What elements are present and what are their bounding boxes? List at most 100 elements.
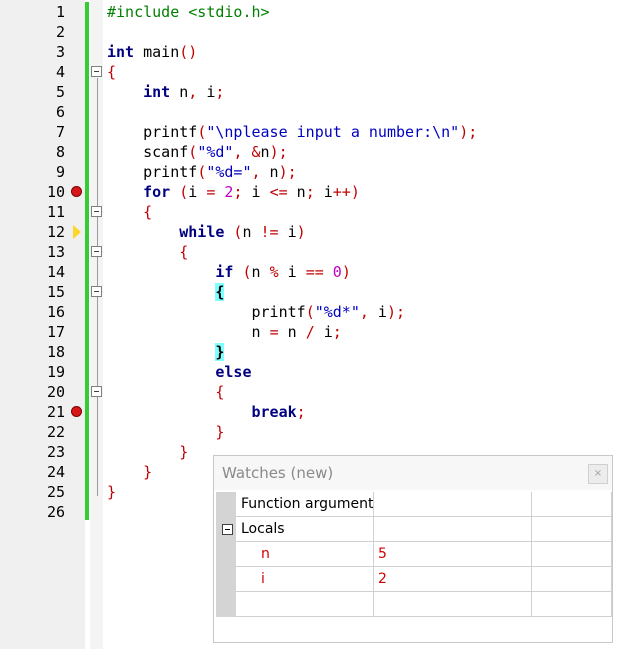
watch-value-cell[interactable] xyxy=(374,492,532,517)
line-number[interactable]: 2 xyxy=(0,22,65,42)
collapse-toggle-icon[interactable] xyxy=(222,524,233,535)
watch-type-cell[interactable] xyxy=(532,542,612,567)
code-text[interactable]: { xyxy=(107,242,188,262)
watch-value-cell[interactable]: 2 xyxy=(374,567,532,592)
code-line[interactable]: 3 int main() xyxy=(0,42,618,62)
code-line[interactable]: 6 xyxy=(0,102,618,122)
line-number[interactable]: 15 xyxy=(0,282,65,302)
watch-variable-row[interactable]: i2 xyxy=(214,567,612,592)
line-number[interactable]: 19 xyxy=(0,362,65,382)
watch-group-row[interactable]: Function arguments xyxy=(214,492,612,517)
watch-name-cell[interactable]: i xyxy=(236,567,374,592)
code-line[interactable]: 11 { xyxy=(0,202,618,222)
code-text[interactable]: { xyxy=(107,202,152,222)
code-line[interactable]: 10 for (i = 2; i <= n; i++) xyxy=(0,182,618,202)
code-line[interactable]: 2 xyxy=(0,22,618,42)
fold-collapse-icon[interactable] xyxy=(91,206,102,217)
line-number[interactable]: 12 xyxy=(0,222,65,242)
code-line[interactable]: 13 { xyxy=(0,242,618,262)
code-line[interactable]: 15 { xyxy=(0,282,618,302)
line-number[interactable]: 1 xyxy=(0,2,65,22)
code-line[interactable]: 17 n = n / i; xyxy=(0,322,618,342)
code-text[interactable]: int main() xyxy=(107,42,197,62)
close-icon[interactable]: × xyxy=(588,464,608,484)
fold-collapse-icon[interactable] xyxy=(91,286,102,297)
watches-titlebar[interactable]: Watches (new) × xyxy=(214,456,612,490)
code-text[interactable]: printf("\nplease input a number:\n"); xyxy=(107,122,477,142)
code-text[interactable]: for (i = 2; i <= n; i++) xyxy=(107,182,360,202)
code-text[interactable]: #include <stdio.h> xyxy=(107,2,270,22)
line-number[interactable]: 23 xyxy=(0,442,65,462)
line-number[interactable]: 26 xyxy=(0,502,65,522)
watch-name-cell[interactable]: Function arguments xyxy=(236,492,374,517)
code-text[interactable]: else xyxy=(107,362,251,382)
line-number[interactable]: 25 xyxy=(0,482,65,502)
watch-value-cell[interactable] xyxy=(374,592,532,617)
code-line[interactable]: 18 } xyxy=(0,342,618,362)
code-text[interactable]: } xyxy=(107,342,225,362)
line-number[interactable]: 24 xyxy=(0,462,65,482)
code-text[interactable]: printf("%d=", n); xyxy=(107,162,297,182)
code-text[interactable]: break; xyxy=(107,402,306,422)
line-number[interactable]: 4 xyxy=(0,62,65,82)
line-number[interactable]: 6 xyxy=(0,102,65,122)
code-line[interactable]: 20 { xyxy=(0,382,618,402)
watch-type-cell[interactable] xyxy=(532,492,612,517)
watch-type-cell[interactable] xyxy=(532,592,612,617)
line-number[interactable]: 17 xyxy=(0,322,65,342)
code-text[interactable]: scanf("%d", &n); xyxy=(107,142,288,162)
watches-grid[interactable]: Function arguments Locals n 5 i 2 xyxy=(214,492,612,620)
watch-empty-row[interactable] xyxy=(214,592,612,617)
line-number[interactable]: 20 xyxy=(0,382,65,402)
line-number[interactable]: 9 xyxy=(0,162,65,182)
line-number[interactable]: 16 xyxy=(0,302,65,322)
code-line[interactable]: 16 printf("%d*", i); xyxy=(0,302,618,322)
code-line[interactable]: 4{ xyxy=(0,62,618,82)
line-number[interactable]: 14 xyxy=(0,262,65,282)
line-number[interactable]: 18 xyxy=(0,342,65,362)
watch-type-cell[interactable] xyxy=(532,567,612,592)
watch-value-cell[interactable]: 5 xyxy=(374,542,532,567)
watch-name-cell[interactable] xyxy=(236,592,374,617)
code-line[interactable]: 21 break; xyxy=(0,402,618,422)
code-text[interactable]: printf("%d*", i); xyxy=(107,302,405,322)
code-line[interactable]: 12 while (n != i) xyxy=(0,222,618,242)
code-text[interactable]: } xyxy=(107,482,116,502)
watch-group-row[interactable]: Locals xyxy=(214,517,612,542)
code-line[interactable]: 5 int n, i; xyxy=(0,82,618,102)
code-text[interactable]: while (n != i) xyxy=(107,222,305,242)
code-line[interactable]: 22 } xyxy=(0,422,618,442)
code-text[interactable]: n = n / i; xyxy=(107,322,341,342)
fold-collapse-icon[interactable] xyxy=(91,66,102,77)
watch-name-cell[interactable]: n xyxy=(236,542,374,567)
code-text[interactable]: { xyxy=(107,382,224,402)
code-text[interactable]: int n, i; xyxy=(107,82,224,102)
breakpoint-icon[interactable] xyxy=(71,406,82,417)
code-text[interactable]: } xyxy=(107,462,152,482)
breakpoint-icon[interactable] xyxy=(71,186,82,197)
line-number[interactable]: 8 xyxy=(0,142,65,162)
code-line[interactable]: 9 printf("%d=", n); xyxy=(0,162,618,182)
fold-collapse-icon[interactable] xyxy=(91,386,102,397)
line-number[interactable]: 10 xyxy=(0,182,65,202)
watch-value-cell[interactable] xyxy=(374,517,532,542)
code-text[interactable]: { xyxy=(107,282,225,302)
code-text[interactable]: { xyxy=(107,62,116,82)
watch-name-cell[interactable]: Locals xyxy=(236,517,374,542)
code-text[interactable]: if (n % i == 0) xyxy=(107,262,350,282)
code-text[interactable]: } xyxy=(107,422,224,442)
code-line[interactable]: 1 #include <stdio.h> xyxy=(0,2,618,22)
code-text[interactable]: } xyxy=(107,442,188,462)
line-number[interactable]: 22 xyxy=(0,422,65,442)
line-number[interactable]: 21 xyxy=(0,402,65,422)
line-number[interactable]: 11 xyxy=(0,202,65,222)
fold-collapse-icon[interactable] xyxy=(91,246,102,257)
line-number[interactable]: 5 xyxy=(0,82,65,102)
line-number[interactable]: 7 xyxy=(0,122,65,142)
code-line[interactable]: 19 else xyxy=(0,362,618,382)
watch-type-cell[interactable] xyxy=(532,517,612,542)
line-number[interactable]: 3 xyxy=(0,42,65,62)
code-line[interactable]: 8 scanf("%d", &n); xyxy=(0,142,618,162)
line-number[interactable]: 13 xyxy=(0,242,65,262)
watch-variable-row[interactable]: n5 xyxy=(214,542,612,567)
